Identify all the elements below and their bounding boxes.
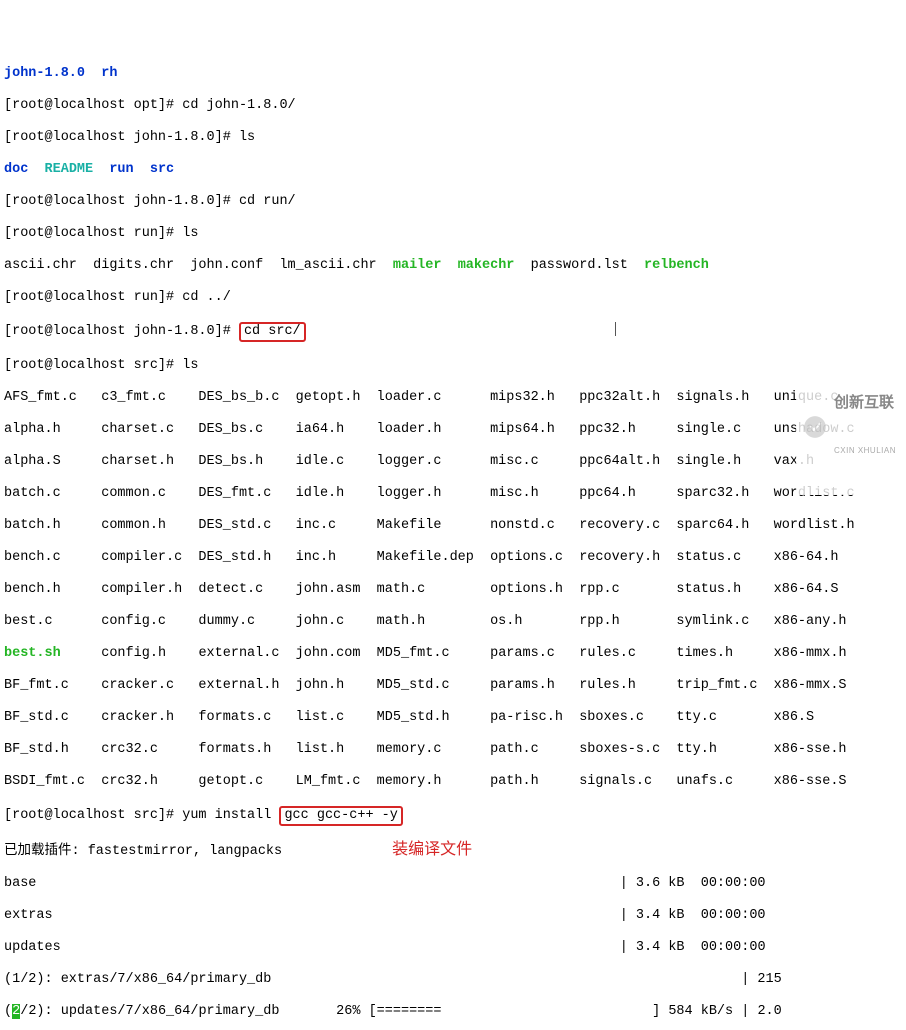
term-line: [root@localhost run]# cd ../ (4, 290, 906, 306)
cmd: ls (239, 130, 255, 145)
term-line: [root@localhost john-1.8.0]# cd run/ (4, 194, 906, 210)
cmd: cd john-1.8.0/ (182, 98, 295, 113)
ls-row: best.c config.c dummy.c john.c math.h os… (4, 614, 906, 630)
exec-makechr: makechr (458, 258, 515, 273)
dir-doc: doc (4, 162, 28, 177)
ls-row: bench.c compiler.c DES_std.h inc.h Makef… (4, 550, 906, 566)
cmd: ls (182, 358, 198, 373)
prompt: [root@localhost run]# (4, 290, 182, 305)
ls-row: alpha.S charset.h DES_bs.h idle.c logger… (4, 454, 906, 470)
prompt: [root@localhost opt]# (4, 98, 182, 113)
dir-john: john-1.8.0 (4, 66, 85, 81)
download-line: (2/2): updates/7/x86_64/primary_db 26% [… (4, 1004, 906, 1020)
watermark: 创新互联 CXIN XHULIAN (796, 359, 902, 495)
term-line: [root@localhost run]# ls (4, 226, 906, 242)
download-line: (1/2): extras/7/x86_64/primary_db | 215 (4, 972, 906, 988)
exec-relbench: relbench (644, 258, 709, 273)
term-line: john-1.8.0 rh (4, 66, 906, 82)
prompt: [root@localhost john-1.8.0]# (4, 194, 239, 209)
file-readme: README (45, 162, 94, 177)
term-line: [root@localhost john-1.8.0]# cd src/ (4, 322, 906, 342)
ls-row: alpha.h charset.c DES_bs.c ia64.h loader… (4, 422, 906, 438)
ls-row: AFS_fmt.c c3_fmt.c DES_bs_b.c getopt.h l… (4, 390, 906, 406)
term-line: [root@localhost src]# yum install gcc gc… (4, 806, 906, 826)
ls-row: batch.h common.h DES_std.c inc.c Makefil… (4, 518, 906, 534)
repo-line: updates | 3.4 kB 00:00:00 (4, 940, 906, 956)
term-line: [root@localhost opt]# cd john-1.8.0/ (4, 98, 906, 114)
prompt: [root@localhost src]# (4, 808, 182, 823)
prompt: [root@localhost src]# (4, 358, 182, 373)
text-cursor-icon (615, 322, 617, 336)
ls-row: bench.h compiler.h detect.c john.asm mat… (4, 582, 906, 598)
prompt: [root@localhost john-1.8.0]# (4, 130, 239, 145)
prompt: [root@localhost run]# (4, 226, 182, 241)
progress-digit: 2 (12, 1004, 20, 1019)
cmd: cd run/ (239, 194, 296, 209)
term-line: ascii.chr digits.chr john.conf lm_ascii.… (4, 258, 906, 274)
repo-line: extras | 3.4 kB 00:00:00 (4, 908, 906, 924)
term-line: doc README run src (4, 162, 906, 178)
highlight-yum-pkgs: gcc gcc-c++ -y (279, 806, 402, 826)
term-line: 已加载插件: fastestmirror, langpacks 装编译文件 (4, 842, 906, 860)
watermark-text: 创新互联 CXIN XHULIAN (834, 363, 896, 491)
ls-row: BSDI_fmt.c crc32.h getopt.c LM_fmt.c mem… (4, 774, 906, 790)
prompt: [root@localhost john-1.8.0]# (4, 324, 239, 339)
dir-run: run (109, 162, 133, 177)
ls-row: batch.c common.c DES_fmt.c idle.h logger… (4, 486, 906, 502)
dir-src: src (150, 162, 174, 177)
dir-rh: rh (101, 66, 117, 81)
term-line: [root@localhost john-1.8.0]# ls (4, 130, 906, 146)
ls-row: best.sh config.h external.c john.com MD5… (4, 646, 906, 662)
repo-line: base | 3.6 kB 00:00:00 (4, 876, 906, 892)
exec-best-sh: best.sh (4, 646, 61, 661)
term-line: [root@localhost src]# ls (4, 358, 906, 374)
cmd: ls (182, 226, 198, 241)
annotation-note: 装编译文件 (392, 841, 472, 858)
watermark-logo-icon (802, 414, 828, 440)
cmd: cd ../ (182, 290, 231, 305)
ls-row: BF_std.c cracker.h formats.c list.c MD5_… (4, 710, 906, 726)
highlight-cd-src: cd src/ (239, 322, 306, 342)
ls-row: BF_fmt.c cracker.c external.h john.h MD5… (4, 678, 906, 694)
yum-plugins: 已加载插件: fastestmirror, langpacks (4, 844, 282, 859)
ls-row: BF_std.h crc32.c formats.h list.h memory… (4, 742, 906, 758)
exec-mailer: mailer (393, 258, 442, 273)
